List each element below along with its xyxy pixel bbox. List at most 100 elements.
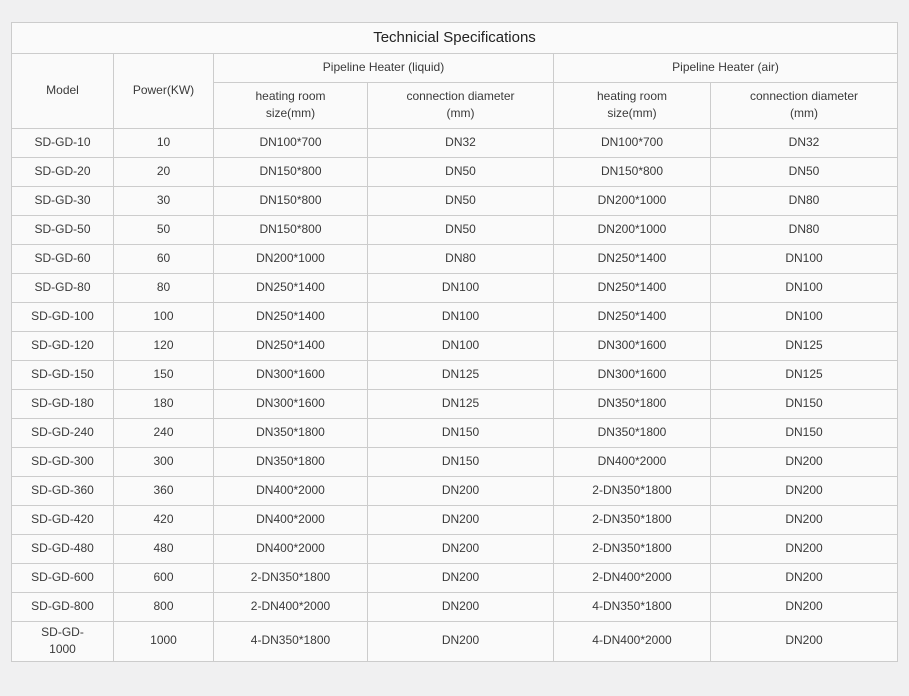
cell-model-text: SD-GD-1000	[38, 624, 88, 659]
cell-air-connection-diameter: DN100	[711, 273, 898, 302]
cell-liquid-heating-room-size: 2-DN350*1800	[214, 563, 368, 592]
table-row: SD-GD-180180DN300*1600DN125DN350*1800DN1…	[12, 389, 898, 418]
cell-liquid-connection-diameter: DN200	[368, 563, 554, 592]
cell-model: SD-GD-180	[12, 389, 114, 418]
table-row: SD-GD-1010DN100*700DN32DN100*700DN32	[12, 128, 898, 157]
specifications-table: Technicial Specifications Model Power(KW…	[11, 22, 898, 662]
cell-power: 180	[114, 389, 214, 418]
cell-air-connection-diameter: DN50	[711, 157, 898, 186]
table-row: SD-GD-360360DN400*2000DN2002-DN350*1800D…	[12, 476, 898, 505]
cell-power: 480	[114, 534, 214, 563]
table-row: SD-GD-8080DN250*1400DN100DN250*1400DN100	[12, 273, 898, 302]
cell-air-connection-diameter: DN150	[711, 418, 898, 447]
cell-air-heating-room-size: DN400*2000	[554, 447, 711, 476]
cell-air-connection-diameter: DN125	[711, 360, 898, 389]
cell-liquid-heating-room-size: DN200*1000	[214, 244, 368, 273]
group-header-row: Model Power(KW) Pipeline Heater (liquid)…	[12, 53, 898, 82]
cell-liquid-connection-diameter: DN200	[368, 505, 554, 534]
cell-air-connection-diameter: DN80	[711, 186, 898, 215]
cell-liquid-connection-diameter: DN100	[368, 331, 554, 360]
cell-power: 300	[114, 447, 214, 476]
cell-liquid-heating-room-size: DN400*2000	[214, 505, 368, 534]
cell-liquid-connection-diameter: DN150	[368, 418, 554, 447]
cell-liquid-heating-room-size: DN350*1800	[214, 418, 368, 447]
cell-model: SD-GD-20	[12, 157, 114, 186]
table-row: SD-GD-100100DN250*1400DN100DN250*1400DN1…	[12, 302, 898, 331]
cell-air-heating-room-size: DN250*1400	[554, 302, 711, 331]
cell-power: 60	[114, 244, 214, 273]
table-row: SD-GD-3030DN150*800DN50DN200*1000DN80	[12, 186, 898, 215]
col-group-pipeline-heater-liquid: Pipeline Heater (liquid)	[214, 53, 554, 82]
cell-liquid-connection-diameter: DN200	[368, 476, 554, 505]
cell-liquid-connection-diameter: DN50	[368, 215, 554, 244]
cell-liquid-heating-room-size: DN300*1600	[214, 389, 368, 418]
cell-model: SD-GD-240	[12, 418, 114, 447]
cell-power: 100	[114, 302, 214, 331]
cell-air-connection-diameter: DN200	[711, 447, 898, 476]
cell-air-heating-room-size: DN200*1000	[554, 215, 711, 244]
cell-air-connection-diameter: DN200	[711, 505, 898, 534]
table-row: SD-GD-8008002-DN400*2000DN2004-DN350*180…	[12, 592, 898, 621]
cell-air-heating-room-size: 2-DN350*1800	[554, 505, 711, 534]
cell-air-heating-room-size: DN350*1800	[554, 418, 711, 447]
cell-liquid-heating-room-size: DN250*1400	[214, 331, 368, 360]
cell-air-heating-room-size: 2-DN350*1800	[554, 534, 711, 563]
cell-power: 800	[114, 592, 214, 621]
cell-liquid-heating-room-size: DN150*800	[214, 215, 368, 244]
cell-liquid-heating-room-size: 4-DN350*1800	[214, 621, 368, 661]
col-header-heating-room-air: heating room size(mm)	[554, 82, 711, 128]
cell-power: 10	[114, 128, 214, 157]
cell-air-heating-room-size: 4-DN400*2000	[554, 621, 711, 661]
cell-power: 420	[114, 505, 214, 534]
cell-air-connection-diameter: DN150	[711, 389, 898, 418]
cell-liquid-heating-room-size: DN250*1400	[214, 302, 368, 331]
cell-liquid-connection-diameter: DN100	[368, 273, 554, 302]
cell-air-heating-room-size: DN250*1400	[554, 244, 711, 273]
cell-model: SD-GD-100	[12, 302, 114, 331]
cell-power: 30	[114, 186, 214, 215]
col-header-model: Model	[12, 53, 114, 128]
cell-air-connection-diameter: DN32	[711, 128, 898, 157]
cell-air-heating-room-size: DN100*700	[554, 128, 711, 157]
table-row: SD-GD-2020DN150*800DN50DN150*800DN50	[12, 157, 898, 186]
cell-power: 240	[114, 418, 214, 447]
cell-air-heating-room-size: 2-DN400*2000	[554, 563, 711, 592]
col-header-line: heating room	[218, 88, 363, 105]
cell-power: 20	[114, 157, 214, 186]
cell-liquid-connection-diameter: DN200	[368, 534, 554, 563]
cell-air-connection-diameter: DN125	[711, 331, 898, 360]
col-header-power: Power(KW)	[114, 53, 214, 128]
table-row: SD-GD-480480DN400*2000DN2002-DN350*1800D…	[12, 534, 898, 563]
col-header-heating-room-liquid: heating room size(mm)	[214, 82, 368, 128]
cell-liquid-heating-room-size: DN100*700	[214, 128, 368, 157]
cell-liquid-connection-diameter: DN200	[368, 592, 554, 621]
cell-liquid-connection-diameter: DN200	[368, 621, 554, 661]
cell-power: 1000	[114, 621, 214, 661]
cell-model: SD-GD-10	[12, 128, 114, 157]
cell-air-heating-room-size: DN300*1600	[554, 360, 711, 389]
cell-model: SD-GD-30	[12, 186, 114, 215]
col-header-line: size(mm)	[218, 105, 363, 122]
cell-power: 80	[114, 273, 214, 302]
cell-power: 360	[114, 476, 214, 505]
cell-air-connection-diameter: DN200	[711, 563, 898, 592]
cell-power: 600	[114, 563, 214, 592]
col-header-line: (mm)	[372, 105, 549, 122]
cell-air-connection-diameter: DN100	[711, 244, 898, 273]
cell-air-connection-diameter: DN200	[711, 592, 898, 621]
col-header-connection-diameter-air: connection diameter (mm)	[711, 82, 898, 128]
cell-liquid-heating-room-size: DN400*2000	[214, 476, 368, 505]
table-body: SD-GD-1010DN100*700DN32DN100*700DN32SD-G…	[12, 128, 898, 661]
cell-model: SD-GD-80	[12, 273, 114, 302]
cell-power: 120	[114, 331, 214, 360]
table-row: SD-GD-5050DN150*800DN50DN200*1000DN80	[12, 215, 898, 244]
cell-liquid-connection-diameter: DN50	[368, 157, 554, 186]
cell-liquid-connection-diameter: DN100	[368, 302, 554, 331]
cell-air-heating-room-size: 4-DN350*1800	[554, 592, 711, 621]
col-header-line: (mm)	[715, 105, 893, 122]
cell-air-heating-room-size: DN150*800	[554, 157, 711, 186]
table-row: SD-GD-420420DN400*2000DN2002-DN350*1800D…	[12, 505, 898, 534]
title-row: Technicial Specifications	[12, 23, 898, 54]
cell-liquid-connection-diameter: DN150	[368, 447, 554, 476]
table-row: SD-GD-6060DN200*1000DN80DN250*1400DN100	[12, 244, 898, 273]
